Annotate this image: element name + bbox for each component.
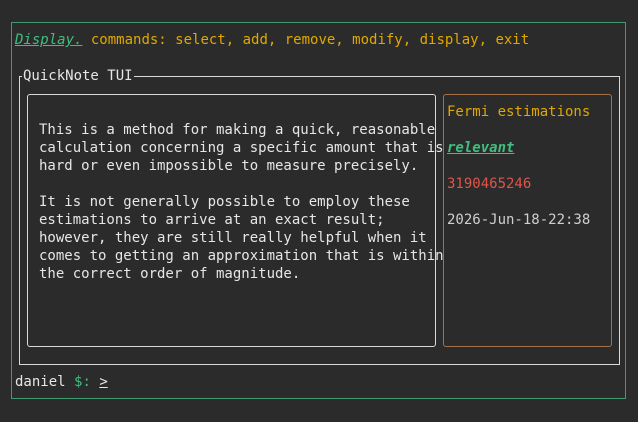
note-date: 2026-Jun-18-22:38 bbox=[447, 212, 591, 228]
panel-title: QuickNote TUI bbox=[22, 67, 134, 85]
command-prompt[interactable]: daniel $: > bbox=[15, 373, 108, 391]
note-tag[interactable]: relevant bbox=[447, 139, 514, 157]
note-body: This is a method for making a quick, rea… bbox=[39, 122, 444, 282]
note-title: Fermi estimations bbox=[447, 104, 591, 120]
prompt-symbol: $: bbox=[74, 374, 91, 390]
note-id: 3190465246 bbox=[447, 176, 532, 192]
prompt-user: daniel bbox=[15, 374, 66, 390]
prompt-cursor[interactable]: > bbox=[99, 374, 107, 390]
commands-list: commands: select, add, remove, modify, d… bbox=[90, 32, 530, 48]
mode-label: Display. bbox=[15, 32, 83, 48]
command-bar: Display. commands: select, add, remove, … bbox=[15, 31, 529, 49]
